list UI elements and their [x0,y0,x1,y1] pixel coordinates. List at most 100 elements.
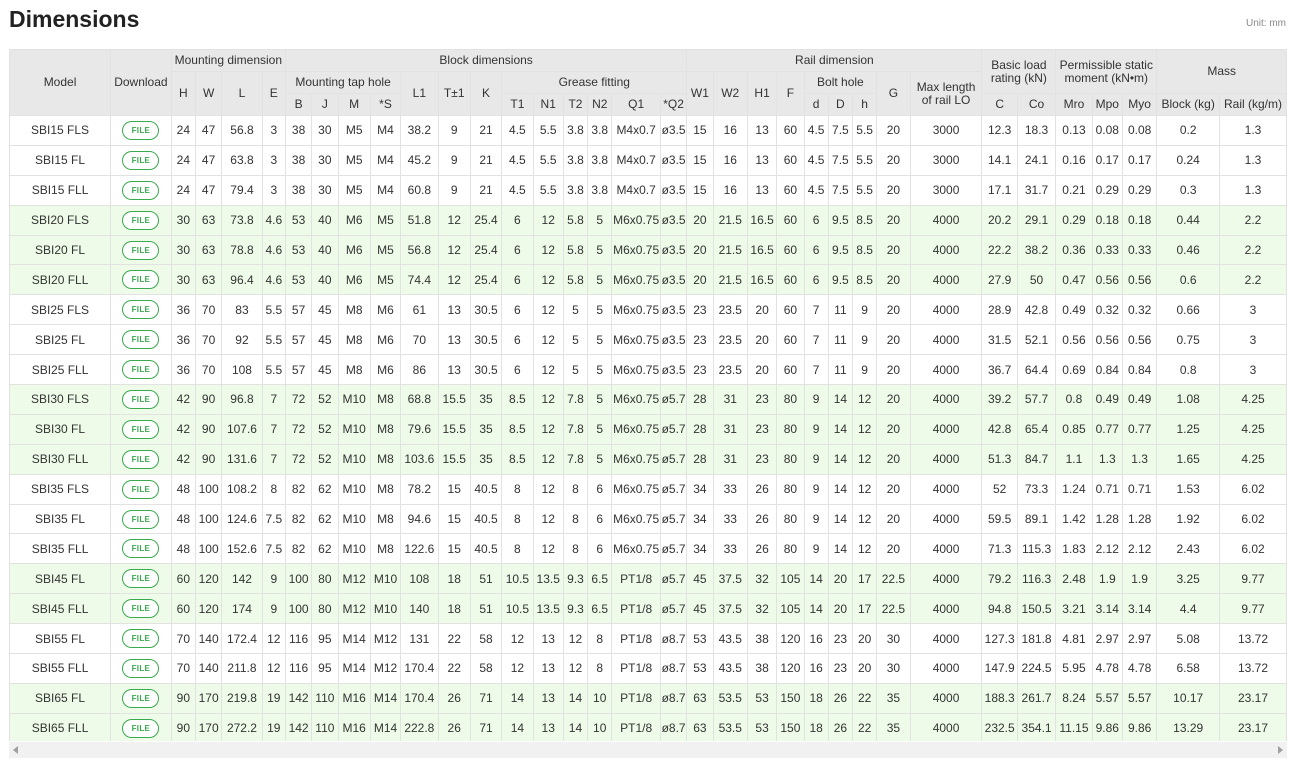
value-cell: 70 [194,294,223,326]
value-cell: 6.02 [1219,473,1287,505]
value-cell: 70 [400,324,439,356]
file-download-button[interactable]: FILE [122,658,160,678]
value-cell: 20 [746,324,778,356]
table-scroll-container[interactable]: Model Download Mounting dimension Block … [9,49,1287,741]
model-cell: SBI35 FLS [9,473,112,505]
value-cell: 9.5 [827,204,854,236]
model-cell: SBI35 FLL [9,533,112,565]
value-cell: 9.5 [827,234,854,266]
file-download-button[interactable]: FILE [122,419,160,439]
download-cell: FILE [110,234,172,266]
value-cell: ø5.7 [659,533,688,565]
value-cell: M6x0.75 [611,234,661,266]
file-download-button[interactable]: FILE [122,150,160,170]
value-cell: 51.8 [400,204,439,236]
header-Mpo: Mpo [1091,93,1123,116]
value-cell: 83 [221,294,263,326]
value-cell: 57.7 [1016,384,1057,415]
value-cell: 9 [852,354,878,386]
value-cell: ø5.7 [659,593,688,625]
file-download-button[interactable]: FILE [122,569,160,589]
horizontal-scrollbar[interactable] [9,742,1287,758]
value-cell: 4000 [909,264,983,296]
value-cell: ø3.5 [659,294,688,326]
value-cell: M10 [337,384,371,415]
value-cell: 84.7 [1016,443,1057,475]
table-row: SBI20 FL FILE 30 63 78.8 4.6 53 40 M6 M5 56.8 12 25.… [9,234,1287,266]
value-cell: 36 [170,354,196,386]
value-cell: 23.5 [712,324,748,356]
value-cell: M16 [337,682,371,714]
value-cell: 60 [776,294,805,326]
value-cell: 40 [311,204,339,236]
value-cell: ø5.7 [659,563,688,595]
file-download-button[interactable]: FILE [122,330,160,350]
value-cell: 11 [827,354,854,386]
value-cell: 35 [876,682,911,714]
value-cell: 232.5 [981,712,1018,741]
header-W1: W1 [686,71,714,116]
value-cell: 45 [686,563,714,595]
value-cell: 0.84 [1121,354,1158,386]
value-cell: ø8.7 [659,653,688,684]
value-cell: 20 [746,354,778,386]
scroll-right-icon[interactable] [1278,746,1283,754]
value-cell: 80 [776,503,805,535]
value-cell: M8 [369,443,402,475]
table-row: SBI20 FLS FILE 30 63 73.8 4.6 53 40 M6 M5 51.8 12 25… [9,204,1287,236]
file-download-button[interactable]: FILE [122,120,160,140]
value-cell: ø3.5 [659,115,688,146]
file-download-button[interactable]: FILE [122,210,160,230]
file-download-button[interactable]: FILE [122,509,160,529]
value-cell: 79.6 [400,413,439,445]
value-cell: 70 [170,623,196,655]
value-cell: 10.5 [501,593,534,625]
file-download-button[interactable]: FILE [122,688,160,708]
value-cell: 65.4 [1016,413,1057,445]
value-cell: 70 [170,653,196,684]
value-cell: 80 [776,413,805,445]
value-cell: 6.5 [587,593,613,625]
value-cell: 96.8 [221,384,263,415]
value-cell: 74.4 [400,264,439,296]
file-download-button[interactable]: FILE [122,718,160,738]
value-cell: 3.8 [587,174,613,206]
value-cell: 38 [746,623,778,655]
value-cell: M6 [337,264,371,296]
value-cell: 13 [746,144,778,176]
scroll-left-icon[interactable] [13,746,18,754]
file-download-button[interactable]: FILE [122,389,160,409]
value-cell: M8 [337,294,371,326]
file-download-button[interactable]: FILE [122,240,160,260]
value-cell: 7.8 [562,384,589,415]
header-N1: N1 [532,93,564,116]
value-cell: 16 [803,653,829,684]
value-cell: 116 [284,623,313,655]
value-cell: 20 [876,174,911,206]
value-cell: 42.8 [981,413,1018,445]
value-cell: 20 [686,264,714,296]
value-cell: 0.6 [1156,264,1220,296]
file-download-button[interactable]: FILE [122,180,160,200]
value-cell: 4000 [909,234,983,266]
value-cell: 20 [827,593,854,625]
value-cell: 60 [776,204,805,236]
value-cell: 1.1 [1055,443,1093,475]
value-cell: 0.08 [1091,115,1123,146]
file-download-button[interactable]: FILE [122,270,160,290]
file-download-button[interactable]: FILE [122,599,160,619]
value-cell: 3 [1219,324,1287,356]
download-cell: FILE [110,563,172,595]
file-download-button[interactable]: FILE [122,300,160,320]
file-download-button[interactable]: FILE [122,479,160,499]
value-cell: 23.17 [1219,682,1287,714]
file-download-button[interactable]: FILE [122,360,160,380]
file-download-button[interactable]: FILE [122,629,160,649]
file-download-button[interactable]: FILE [122,449,160,469]
header-W2: W2 [712,71,748,116]
value-cell: 17 [852,593,878,625]
value-cell: 354.1 [1016,712,1057,741]
value-cell: 80 [311,593,339,625]
file-download-button[interactable]: FILE [122,539,160,559]
download-cell: FILE [110,204,172,236]
